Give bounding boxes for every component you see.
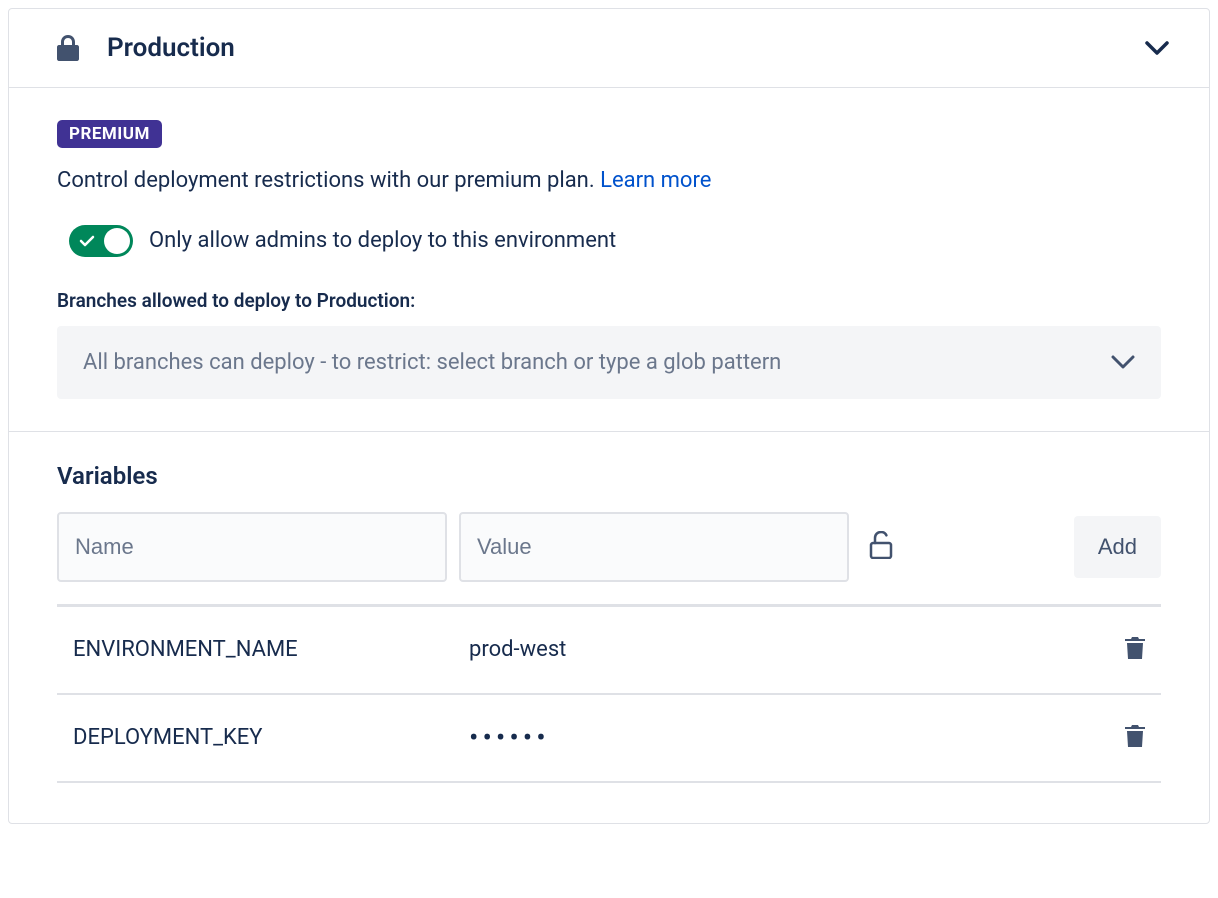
variable-row: ENVIRONMENT_NAME prod-west bbox=[57, 607, 1161, 695]
add-variable-button[interactable]: Add bbox=[1074, 516, 1161, 578]
premium-description-text: Control deployment restrictions with our… bbox=[57, 168, 600, 193]
panel-title: Production bbox=[107, 33, 235, 63]
lock-icon bbox=[57, 35, 79, 61]
branches-select-placeholder: All branches can deploy - to restrict: s… bbox=[83, 350, 781, 375]
admin-only-toggle[interactable] bbox=[69, 225, 133, 257]
variable-value: prod-west bbox=[469, 637, 1125, 662]
panel-header[interactable]: Production bbox=[9, 9, 1209, 88]
secure-toggle-button[interactable] bbox=[861, 527, 901, 567]
variable-value-masked: •••••• bbox=[469, 727, 1125, 749]
check-icon bbox=[79, 235, 95, 247]
variable-value-input[interactable] bbox=[459, 512, 849, 582]
admin-only-toggle-label: Only allow admins to deploy to this envi… bbox=[149, 228, 616, 253]
trash-icon bbox=[1125, 725, 1145, 751]
lock-open-icon bbox=[869, 531, 893, 563]
variable-name-input[interactable] bbox=[57, 512, 447, 582]
premium-description: Control deployment restrictions with our… bbox=[57, 166, 1161, 197]
branches-label: Branches allowed to deploy to Production… bbox=[57, 289, 1161, 312]
variable-name: ENVIRONMENT_NAME bbox=[73, 637, 469, 662]
panel-header-left: Production bbox=[57, 33, 235, 63]
branches-select[interactable]: All branches can deploy - to restrict: s… bbox=[57, 326, 1161, 399]
trash-icon bbox=[1125, 637, 1145, 663]
variables-section: Variables Add ENVIRONMENT_NAME prod-west bbox=[9, 432, 1209, 823]
delete-variable-button[interactable] bbox=[1125, 725, 1145, 751]
variables-title: Variables bbox=[57, 462, 1161, 490]
chevron-down-icon bbox=[1145, 41, 1169, 55]
restrictions-section: PREMIUM Control deployment restrictions … bbox=[9, 88, 1209, 432]
delete-variable-button[interactable] bbox=[1125, 637, 1145, 663]
environment-panel: Production PREMIUM Control deployment re… bbox=[8, 8, 1210, 824]
variable-input-row: Add bbox=[57, 512, 1161, 607]
variable-name: DEPLOYMENT_KEY bbox=[73, 725, 469, 750]
learn-more-link[interactable]: Learn more bbox=[600, 168, 711, 193]
variable-row: DEPLOYMENT_KEY •••••• bbox=[57, 695, 1161, 783]
premium-badge: PREMIUM bbox=[57, 120, 162, 148]
toggle-knob bbox=[104, 228, 130, 254]
admin-only-toggle-row: Only allow admins to deploy to this envi… bbox=[57, 225, 1161, 257]
chevron-down-icon bbox=[1111, 355, 1135, 369]
